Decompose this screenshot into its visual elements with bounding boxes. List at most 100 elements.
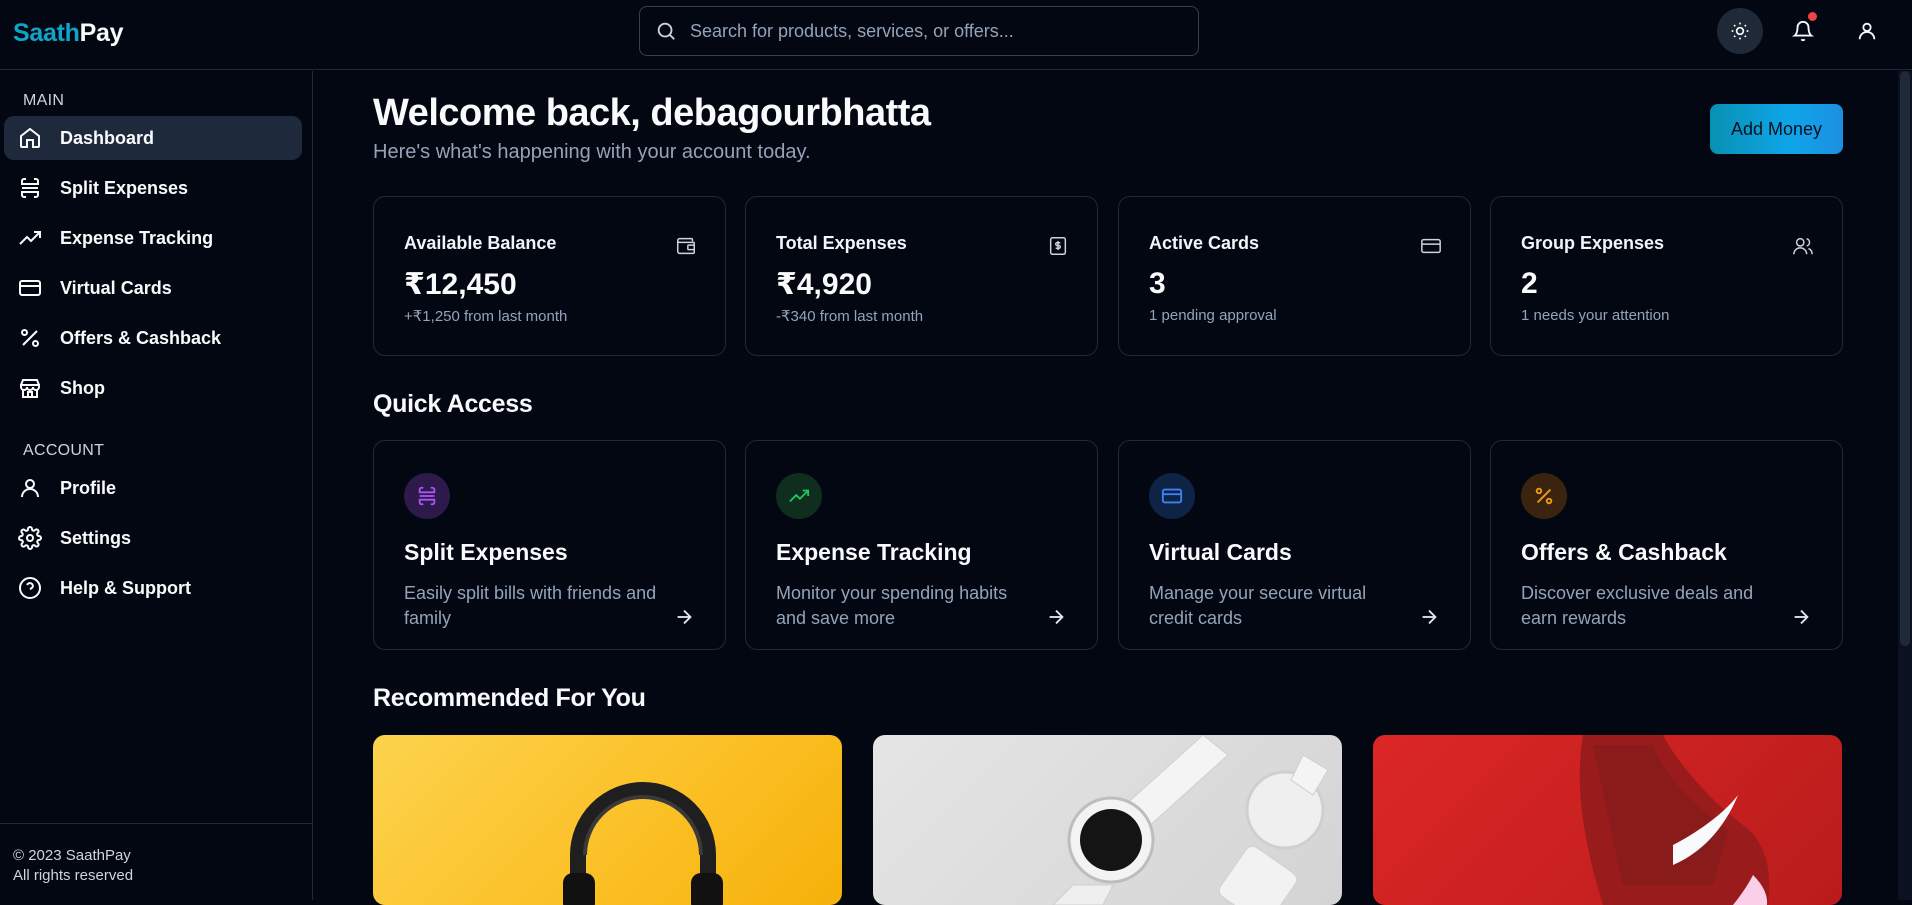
wallet-icon (677, 237, 695, 255)
stat-value: 3 (1149, 267, 1166, 300)
stat-title: Group Expenses (1521, 233, 1665, 253)
search-box[interactable] (639, 6, 1199, 56)
sidebar-item-label: Virtual Cards (60, 277, 172, 298)
stat-title: Active Cards (1149, 233, 1260, 253)
quick-access-desc: Monitor your spending habits and save mo… (776, 583, 1008, 628)
quick-access-title: Expense Tracking (776, 539, 972, 565)
logo[interactable]: SaathPay (13, 19, 123, 48)
icon-badge (1521, 473, 1567, 519)
sidebar-item-settings[interactable]: Settings (4, 516, 302, 560)
arrow-right-icon[interactable] (673, 606, 695, 628)
headphones-image (563, 782, 723, 905)
recommended-item-headphones[interactable] (373, 735, 842, 905)
sidebar-item-dashboard[interactable]: Dashboard (4, 116, 302, 160)
sidebar-item-label: Dashboard (60, 127, 155, 148)
sidebar-item-expense-tracking[interactable]: Expense Tracking (4, 216, 302, 260)
quick-access-desc: Easily split bills with friends and fami… (404, 583, 657, 628)
arrow-right-icon[interactable] (1790, 606, 1812, 628)
stat-title: Total Expenses (776, 233, 907, 253)
sidebar-item-shop[interactable]: Shop (4, 366, 302, 410)
scrollbar[interactable] (1898, 71, 1912, 900)
user-icon (21, 479, 39, 498)
quick-access-title: Virtual Cards (1149, 539, 1292, 565)
rights-text: All rights reserved (13, 867, 134, 884)
arrow-right-icon[interactable] (1418, 606, 1440, 628)
quick-access-title: Split Expenses (404, 539, 568, 565)
copyright-text: © 2023 SaathPay (13, 847, 131, 864)
bell-icon (1792, 21, 1814, 42)
credit-card-icon (1421, 238, 1441, 254)
stat-subtext: -₹340 from last month (776, 308, 924, 325)
sidebar-item-offers-cashback[interactable]: Offers & Cashback (4, 316, 302, 360)
credit-card-icon (1161, 488, 1183, 504)
sidebar-item-profile[interactable]: Profile (4, 466, 302, 510)
quick-access-desc: Manage your secure virtual credit cards (1149, 583, 1367, 628)
add-money-button[interactable]: Add Money (1710, 104, 1843, 154)
quick-access-heading: Quick Access (373, 390, 533, 418)
recommended-item-sneaker[interactable] (1373, 735, 1842, 905)
stat-card-group-expenses: Group Expenses 2 1 needs your attention (1490, 196, 1843, 356)
quick-access-offers-cashback[interactable]: Offers & Cashback Discover exclusive dea… (1490, 440, 1843, 650)
quick-access-title: Offers & Cashback (1521, 539, 1727, 565)
sidebar-item-label: Settings (60, 527, 132, 548)
quick-access-desc: Discover exclusive deals and earn reward… (1521, 583, 1754, 628)
sidebar-item-label: Offers & Cashback (60, 327, 222, 348)
recommended-heading: Recommended For You (373, 684, 646, 712)
stat-card-balance: Available Balance ₹12,450 +₹1,250 from l… (373, 196, 726, 356)
home-icon (20, 127, 40, 148)
sidebar-item-label: Profile (60, 477, 117, 498)
top-bar: SaathPay (0, 0, 1912, 70)
stat-value: ₹12,450 (404, 268, 517, 301)
icon-badge (1149, 473, 1195, 519)
logo-part1: Saath (13, 19, 80, 47)
sun-icon (1731, 22, 1749, 40)
smartwatch-image (1052, 735, 1329, 905)
icon-badge (404, 473, 450, 519)
sidebar-item-help-support[interactable]: Help & Support (4, 566, 302, 610)
store-icon (20, 379, 40, 398)
credit-card-icon (19, 280, 41, 296)
welcome-heading: Welcome back, debagourbhatta (373, 92, 931, 134)
split-icon (418, 486, 436, 506)
help-circle-icon (19, 577, 41, 599)
sidebar-item-label: Split Expenses (60, 177, 189, 198)
sidebar: MAIN Dashboard Split Expenses Expense Tr… (0, 71, 313, 900)
stat-card-expenses: Total Expenses ₹4,920 -₹340 from last mo… (745, 196, 1098, 356)
notifications-button[interactable] (1780, 8, 1826, 54)
sidebar-item-virtual-cards[interactable]: Virtual Cards (4, 266, 302, 310)
quick-access-expense-tracking[interactable]: Expense Tracking Monitor your spending h… (745, 440, 1098, 650)
stat-card-active-cards: Active Cards 3 1 pending approval (1118, 196, 1471, 356)
sidebar-item-label: Expense Tracking (60, 227, 214, 248)
notification-dot (1808, 12, 1817, 21)
user-menu-button[interactable] (1844, 8, 1890, 54)
recommended-item-smartwatch[interactable] (873, 735, 1342, 905)
theme-toggle-button[interactable] (1717, 8, 1763, 54)
search-input[interactable] (690, 7, 1180, 55)
logo-part2: Pay (79, 19, 124, 47)
stat-title: Available Balance (404, 233, 557, 253)
sidebar-item-label: Help & Support (60, 577, 191, 598)
quick-access-virtual-cards[interactable]: Virtual Cards Manage your secure virtual… (1118, 440, 1471, 650)
percent-icon (21, 329, 39, 347)
stat-value: 2 (1521, 267, 1538, 300)
split-icon (21, 178, 39, 198)
trending-up-icon (789, 489, 810, 503)
sneaker-image (1579, 735, 1770, 905)
receipt-icon (1049, 237, 1067, 255)
quick-access-split-expenses[interactable]: Split Expenses Easily split bills with f… (373, 440, 726, 650)
percent-icon (1535, 487, 1553, 505)
gear-icon (18, 526, 42, 550)
stat-subtext: 1 needs your attention (1521, 307, 1670, 324)
scrollbar-thumb[interactable] (1900, 71, 1910, 646)
icon-badge (776, 473, 822, 519)
user-icon (1858, 22, 1876, 40)
main-section-label: MAIN (23, 92, 65, 109)
account-section-label: ACCOUNT (23, 442, 105, 459)
trending-up-icon (19, 231, 41, 245)
sidebar-item-split-expenses[interactable]: Split Expenses (4, 166, 302, 210)
search-icon (657, 22, 675, 40)
stat-value: ₹4,920 (776, 268, 872, 301)
welcome-subtitle: Here's what's happening with your accoun… (373, 141, 811, 163)
users-icon (1793, 237, 1813, 255)
arrow-right-icon[interactable] (1045, 606, 1067, 628)
